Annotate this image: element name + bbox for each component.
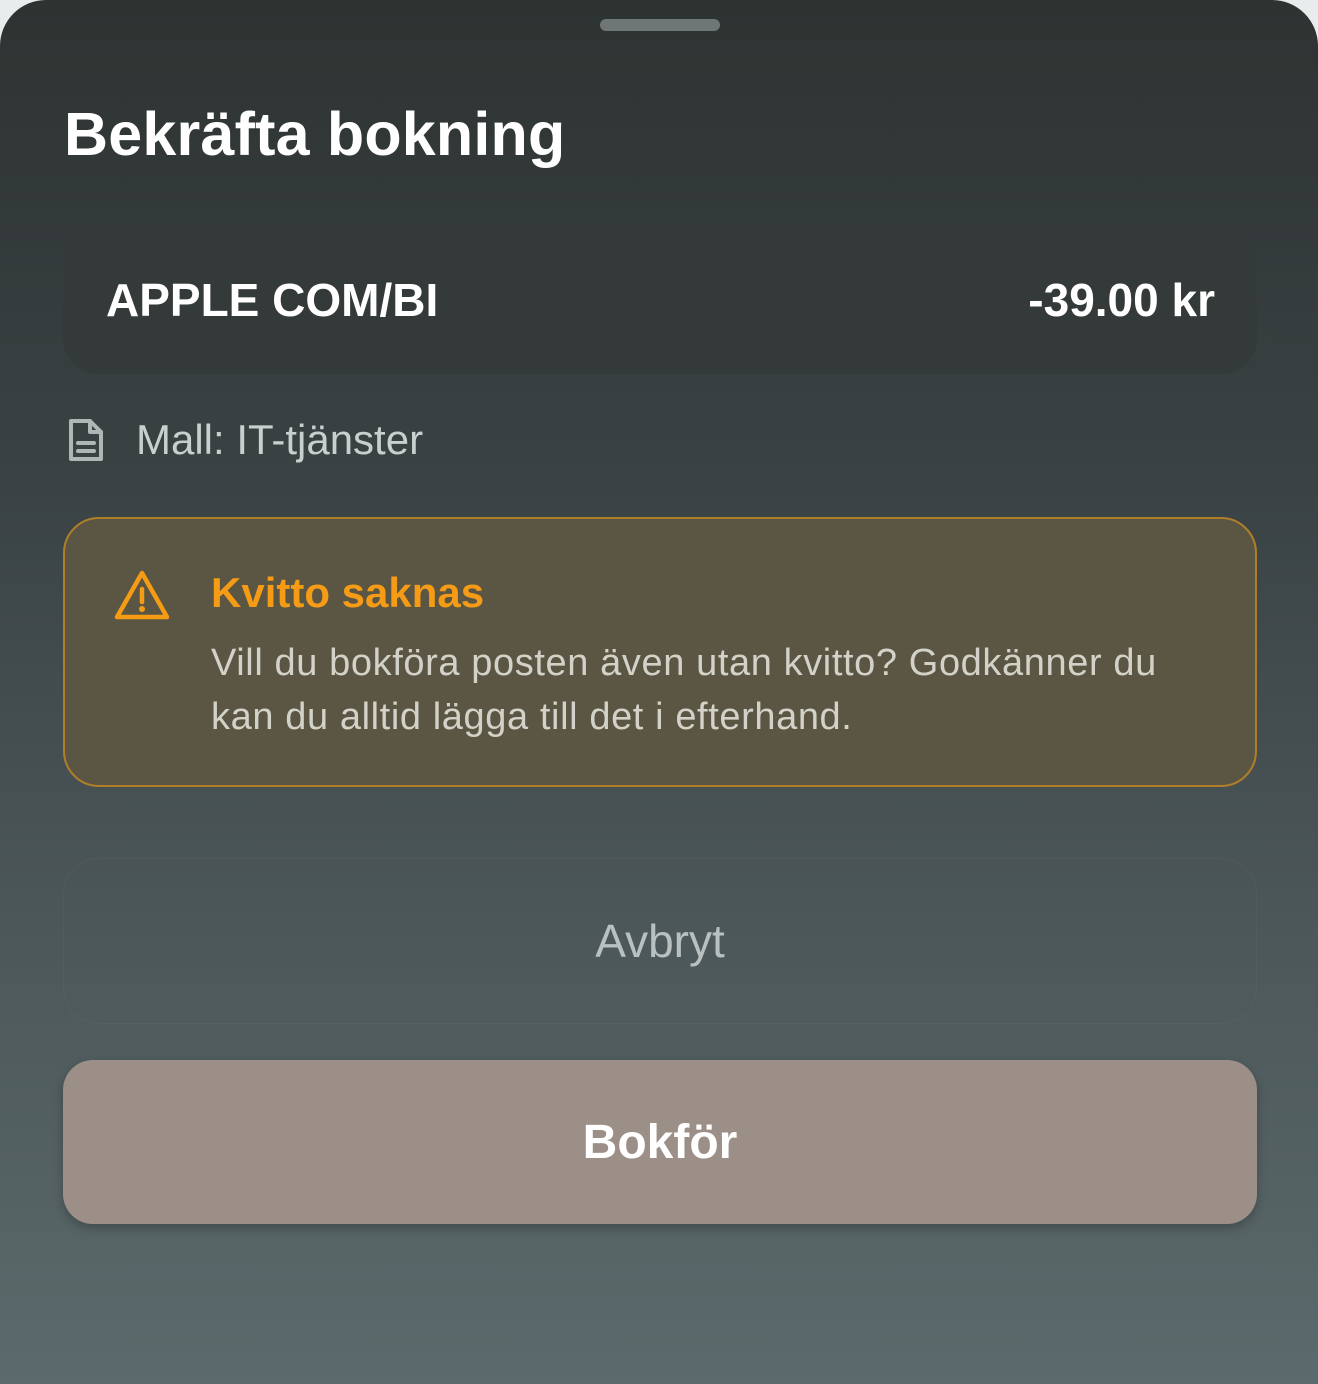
- warning-message: Vill du bokföra posten även utan kvitto?…: [211, 642, 1157, 738]
- warning-title: Kvitto saknas: [211, 569, 485, 616]
- missing-receipt-warning: Kvitto saknas Vill du bokföra posten äve…: [63, 517, 1257, 787]
- template-info: Mall: IT-tjänster: [66, 412, 423, 468]
- cancel-button[interactable]: Avbryt: [63, 858, 1257, 1024]
- confirm-booking-sheet: Bekräfta bokning APPLE COM/BI -39.00 kr …: [0, 0, 1318, 1384]
- drag-handle[interactable]: [600, 19, 720, 31]
- document-icon: [66, 416, 106, 464]
- transaction-amount: -39.00 kr: [1028, 274, 1215, 326]
- sheet-title: Bekräfta bokning: [64, 100, 566, 168]
- template-label: Mall: IT-tjänster: [136, 416, 424, 463]
- book-button[interactable]: Bokför: [63, 1060, 1257, 1224]
- warning-icon: [113, 569, 171, 621]
- transaction-merchant: APPLE COM/BI: [106, 274, 439, 326]
- transaction-card: APPLE COM/BI -39.00 kr: [63, 226, 1257, 374]
